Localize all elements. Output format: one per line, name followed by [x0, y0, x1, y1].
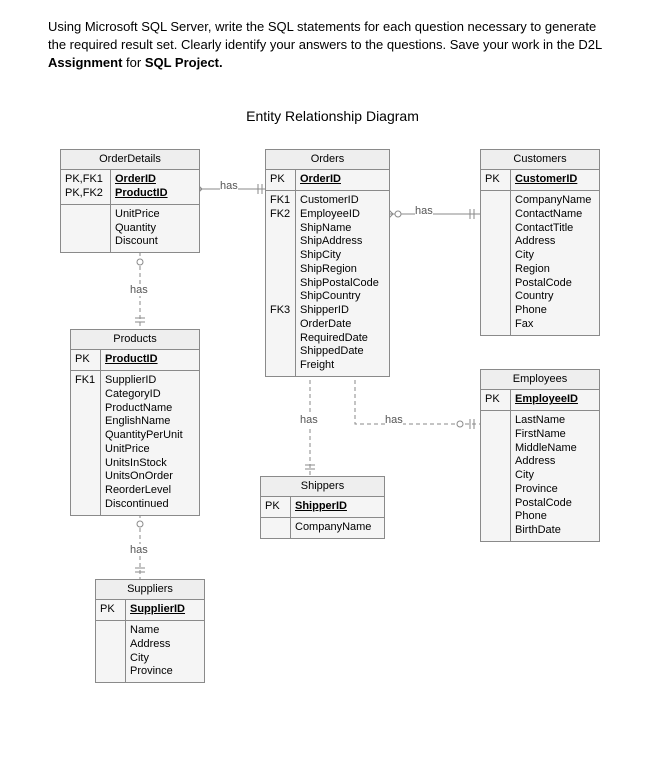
entity-title: Suppliers	[96, 580, 204, 601]
attr-col: ProductID	[101, 350, 199, 370]
entity-title: OrderDetails	[61, 150, 199, 171]
attr-col: OrderID ProductID	[111, 170, 199, 204]
rel-label-has: has	[130, 284, 148, 296]
attr-col: OrderID	[296, 170, 389, 190]
attr-col: ShipperID	[291, 497, 384, 517]
attr-col: SupplierID CategoryID ProductName Englis…	[101, 371, 199, 515]
attr-col: CompanyName	[291, 518, 384, 538]
key-col: PK,FK1 PK,FK2	[61, 170, 111, 204]
entity-employees: Employees PK EmployeeID LastName FirstNa…	[480, 369, 600, 542]
entity-shippers: Shippers PK ShipperID CompanyName	[260, 476, 385, 539]
attr-col: CustomerID	[511, 170, 599, 190]
entity-orders: Orders PK OrderID FK1 FK2 FK3 CustomerID…	[265, 149, 390, 377]
entity-customers: Customers PK CustomerID CompanyName Cont…	[480, 149, 600, 336]
fk-col: FK1	[71, 371, 101, 515]
er-diagram-canvas: OrderDetails PK,FK1 PK,FK2 OrderID Produ…	[0, 134, 665, 734]
entity-suppliers: Suppliers PK SupplierID Name Address Cit…	[95, 579, 205, 684]
attr-col: CustomerID EmployeeID ShipName ShipAddre…	[296, 191, 389, 376]
diagram-title: Entity Relationship Diagram	[0, 108, 665, 124]
entity-title: Products	[71, 330, 199, 351]
fk-col: FK1 FK2 FK3	[266, 191, 296, 376]
instruction-text: Using Microsoft SQL Server, write the SQ…	[0, 0, 665, 83]
entity-title: Orders	[266, 150, 389, 171]
rel-label-has: has	[415, 205, 433, 217]
instruction-mid: for	[126, 55, 145, 70]
entity-title: Employees	[481, 370, 599, 391]
key-col: PK	[481, 390, 511, 410]
entity-title: Customers	[481, 150, 599, 171]
entity-orderdetails: OrderDetails PK,FK1 PK,FK2 OrderID Produ…	[60, 149, 200, 254]
attr-col: UnitPrice Quantity Discount	[111, 205, 199, 252]
attr-col: SupplierID	[126, 600, 204, 620]
key-col: PK	[481, 170, 511, 190]
key-col: PK	[261, 497, 291, 517]
key-col: PK	[71, 350, 101, 370]
attr-col: Name Address City Province	[126, 621, 204, 682]
key-col: PK	[96, 600, 126, 620]
rel-label-has: has	[385, 414, 403, 426]
rel-label-has: has	[220, 180, 238, 192]
entity-products: Products PK ProductID FK1 SupplierID Cat…	[70, 329, 200, 516]
entity-title: Shippers	[261, 477, 384, 498]
attr-col: CompanyName ContactName ContactTitle Add…	[511, 191, 599, 335]
key-col: PK	[266, 170, 296, 190]
instruction-bold1: Assignment	[48, 55, 122, 70]
attr-col: EmployeeID	[511, 390, 599, 410]
instruction-body: Using Microsoft SQL Server, write the SQ…	[48, 19, 602, 52]
instruction-bold2: SQL Project.	[145, 55, 223, 70]
rel-label-has: has	[130, 544, 148, 556]
attr-col: LastName FirstName MiddleName Address Ci…	[511, 411, 599, 541]
rel-label-has: has	[300, 414, 318, 426]
